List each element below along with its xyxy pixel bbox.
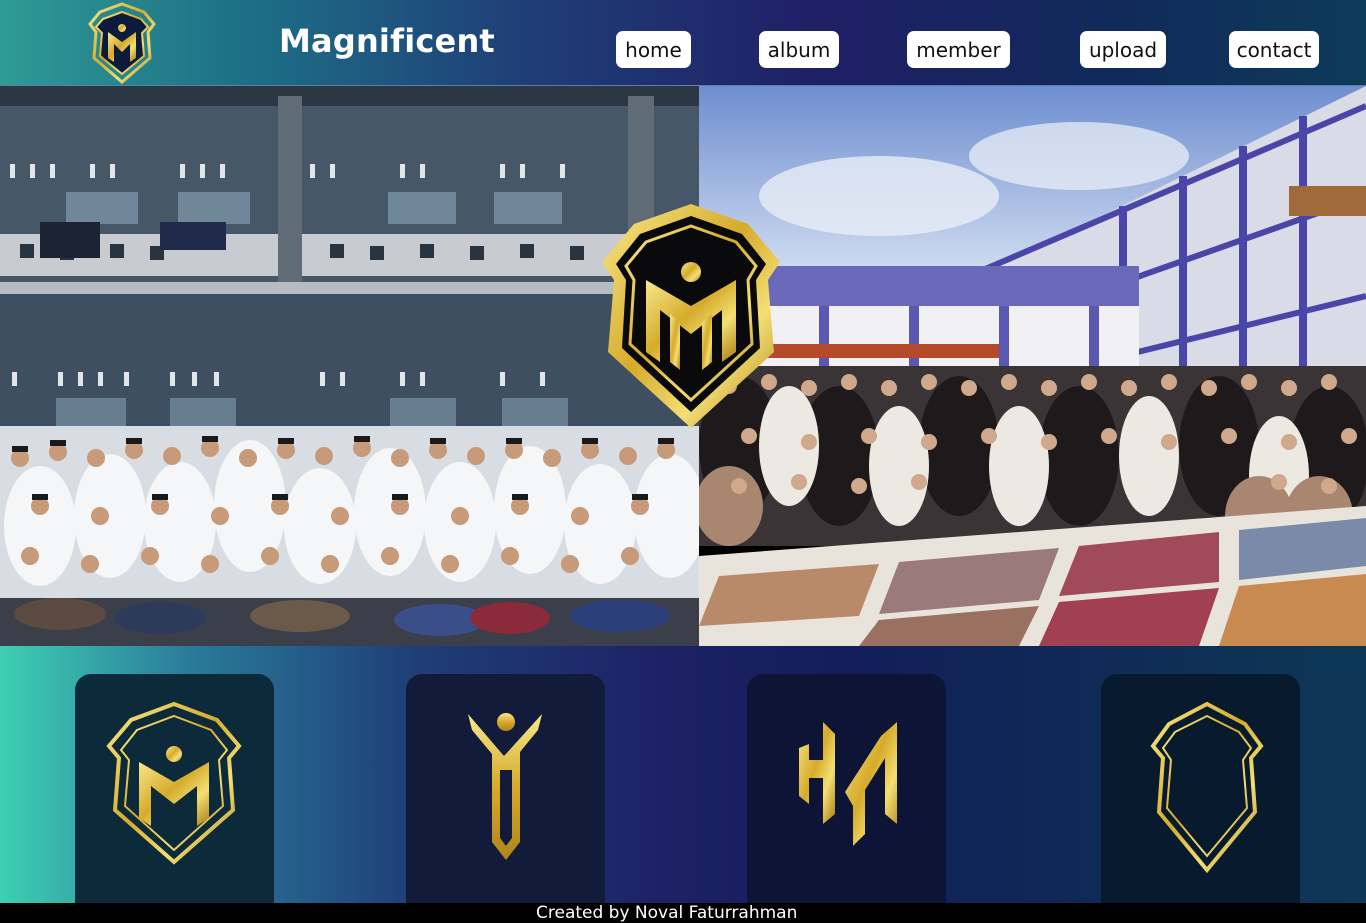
logo-gallery (0, 646, 1366, 903)
m-figure-icon (468, 713, 542, 860)
footer-credit: Created by Noval Faturrahman (536, 903, 798, 923)
shield-monogram-logo-icon (598, 202, 784, 430)
nav-album-button[interactable]: album (759, 31, 839, 68)
top-navbar: Magnificent home album member upload con… (0, 0, 1366, 86)
gallery-card-shield-outline[interactable] (1101, 674, 1300, 903)
shield-monogram-logo-icon[interactable] (86, 2, 158, 84)
nav-upload-button[interactable]: upload (1080, 31, 1166, 68)
nav-contact-button[interactable]: contact (1229, 31, 1319, 68)
nav-member-button[interactable]: member (907, 31, 1010, 68)
gallery-card-hm-monogram[interactable] (747, 674, 946, 903)
shield-outline-icon (1150, 701, 1264, 874)
nav-home-button[interactable]: home (616, 31, 691, 68)
shield-monogram-logo-icon (106, 701, 242, 865)
group-photo-boys (0, 86, 699, 646)
group-photo-girls (699, 86, 1366, 646)
site-title: Magnificent (279, 22, 495, 60)
hero-banner (0, 86, 1366, 646)
footer: Created by Noval Faturrahman (0, 903, 1366, 923)
hm-monogram-icon (799, 722, 897, 846)
gallery-card-m-figure[interactable] (406, 674, 605, 903)
gallery-card-shield-logo[interactable] (75, 674, 274, 903)
